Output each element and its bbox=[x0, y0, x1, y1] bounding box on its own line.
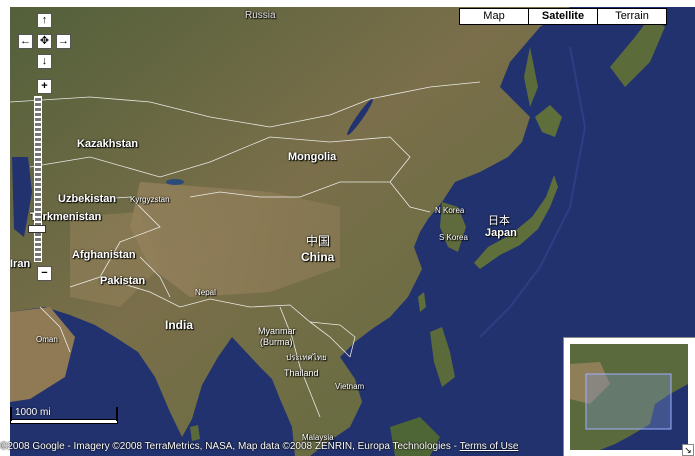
label-uzbekistan: Uzbekistan bbox=[58, 193, 117, 205]
scale-tick-left bbox=[10, 407, 12, 421]
scale-bar: 1000 mi bbox=[10, 407, 120, 437]
label-thailand: Thailand bbox=[284, 368, 319, 378]
pan-left-button[interactable]: ← bbox=[18, 34, 33, 49]
label-china: China bbox=[301, 250, 335, 264]
label-china-native: 中国 bbox=[306, 234, 331, 248]
label-russia: Russia bbox=[245, 10, 276, 21]
pan-down-button[interactable]: ↓ bbox=[37, 54, 52, 69]
label-myanmar: Myanmar bbox=[258, 326, 296, 336]
scale-label: 1000 mi bbox=[15, 407, 51, 418]
label-burma: (Burma) bbox=[260, 337, 293, 347]
overview-imagery bbox=[570, 344, 688, 450]
scale-tick-right bbox=[116, 407, 118, 421]
attribution: ©2008 Google - Imagery ©2008 TerraMetric… bbox=[0, 441, 518, 452]
label-japan-native: 日本 bbox=[488, 215, 510, 227]
map-type-terrain-button[interactable]: Terrain bbox=[597, 8, 667, 25]
map-type-control: Map Satellite Terrain bbox=[459, 8, 667, 25]
overview-toggle-button[interactable]: ↘ bbox=[682, 444, 694, 456]
pan-center-button[interactable]: ✥ bbox=[37, 34, 52, 49]
label-india: India bbox=[165, 318, 194, 332]
label-japan: Japan bbox=[485, 227, 517, 239]
label-oman: Oman bbox=[36, 335, 58, 344]
map-type-satellite-button[interactable]: Satellite bbox=[528, 8, 598, 25]
zoom-in-button[interactable]: + bbox=[37, 79, 52, 94]
zoom-slider-track[interactable] bbox=[34, 96, 42, 262]
label-mongolia: Mongolia bbox=[288, 151, 337, 163]
scale-line bbox=[10, 419, 118, 424]
label-afghanistan: Afghanistan bbox=[72, 249, 136, 261]
label-thailand-native: ประเทศไทย bbox=[286, 353, 327, 362]
overview-viewport[interactable] bbox=[585, 373, 672, 430]
overview-map[interactable]: ↘ bbox=[563, 337, 695, 456]
attribution-text: ©2008 Google - Imagery ©2008 TerraMetric… bbox=[0, 441, 460, 452]
label-s-korea: S Korea bbox=[439, 233, 468, 242]
map-frame: Russia Kazakhstan Mongolia Uzbekistan Ky… bbox=[0, 0, 695, 456]
pan-up-button[interactable]: ↑ bbox=[37, 13, 52, 28]
label-n-korea: N Korea bbox=[435, 206, 465, 215]
zoom-slider-handle[interactable] bbox=[28, 225, 46, 233]
pan-right-button[interactable]: → bbox=[56, 34, 71, 49]
label-nepal: Nepal bbox=[195, 288, 216, 297]
map-type-map-button[interactable]: Map bbox=[459, 8, 529, 25]
terms-of-use-link[interactable]: Terms of Use bbox=[460, 441, 519, 452]
label-kyrgyzstan: Kyrgyzstan bbox=[130, 195, 170, 204]
label-kazakhstan: Kazakhstan bbox=[77, 138, 139, 150]
label-iran: Iran bbox=[10, 258, 31, 270]
label-pakistan: Pakistan bbox=[100, 275, 146, 287]
zoom-out-button[interactable]: − bbox=[37, 266, 52, 281]
label-vietnam: Vietnam bbox=[335, 382, 365, 391]
left-margin bbox=[0, 7, 10, 456]
